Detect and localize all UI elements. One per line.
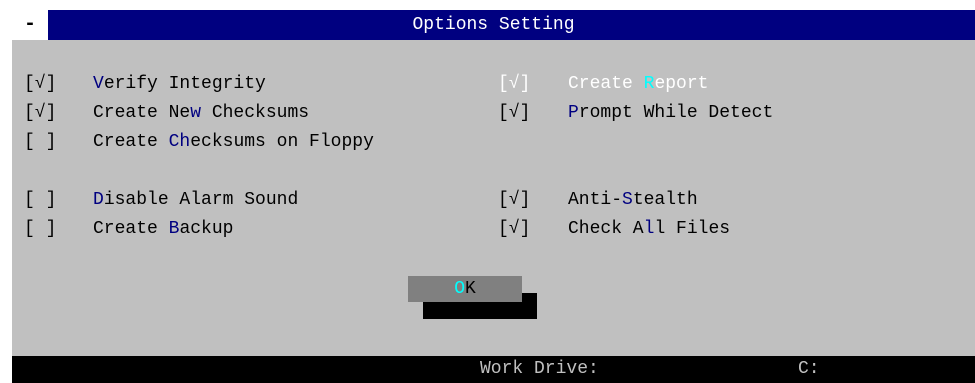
system-menu-button[interactable]: - bbox=[12, 10, 48, 40]
hotkey-letter: S bbox=[622, 190, 633, 210]
option-prompt-while-detect[interactable]: [√] Prompt While Detect bbox=[498, 100, 773, 126]
hotkey-letter: V bbox=[93, 74, 104, 94]
option-anti-stealth[interactable]: [√] Anti-Stealth bbox=[498, 187, 698, 213]
option-label: Verify Integrity bbox=[93, 74, 266, 94]
option-check-all-files[interactable]: [√] Check All Files bbox=[498, 216, 730, 242]
option-label: Create Backup bbox=[93, 219, 234, 239]
option-label: Create New Checksums bbox=[93, 103, 310, 123]
option-create-new-checksums[interactable]: [√] Create New Checksums bbox=[24, 100, 309, 126]
option-create-checksums-on-floppy[interactable]: [ ] Create Checksums on Floppy bbox=[24, 129, 374, 155]
hotkey-letter: B bbox=[168, 219, 180, 239]
work-drive-label: Work Drive: bbox=[480, 359, 599, 379]
status-bar: Work Drive: C: bbox=[12, 356, 975, 383]
checkbox[interactable]: [ ] bbox=[24, 129, 56, 155]
title-bar: Options Setting - bbox=[12, 10, 975, 40]
option-create-backup[interactable]: [ ] Create Backup bbox=[24, 216, 233, 242]
option-verify-integrity[interactable]: [√] Verify Integrity bbox=[24, 71, 266, 97]
checkbox[interactable]: [√] bbox=[24, 100, 56, 126]
hotkey-letter: O bbox=[454, 279, 465, 299]
checkbox[interactable]: [√] bbox=[498, 71, 530, 97]
hotkey-letter: P bbox=[568, 103, 579, 123]
option-label: Disable Alarm Sound bbox=[93, 190, 299, 210]
hotkey-letter: Ch bbox=[168, 132, 191, 152]
checkbox[interactable]: [√] bbox=[24, 71, 56, 97]
checkbox[interactable]: [√] bbox=[498, 100, 530, 126]
option-label: Anti-Stealth bbox=[568, 190, 698, 210]
option-label: Prompt While Detect bbox=[568, 103, 774, 123]
checkbox[interactable]: [ ] bbox=[24, 216, 56, 242]
ok-button[interactable]: OK bbox=[408, 276, 522, 302]
dos-screen: Options Setting - [√] Verify Integrity [… bbox=[0, 0, 975, 383]
window-title: Options Setting bbox=[412, 15, 575, 35]
checkbox[interactable]: [√] bbox=[498, 187, 530, 213]
hotkey-letter: l bbox=[643, 219, 655, 239]
option-label: Create Checksums on Floppy bbox=[93, 132, 374, 152]
hotkey-letter: D bbox=[93, 190, 104, 210]
option-label: Check All Files bbox=[568, 219, 731, 239]
options-dialog: [√] Verify Integrity [√] Create New Chec… bbox=[12, 40, 975, 356]
checkbox[interactable]: [ ] bbox=[24, 187, 56, 213]
option-disable-alarm-sound[interactable]: [ ] Disable Alarm Sound bbox=[24, 187, 298, 213]
hotkey-letter: R bbox=[643, 74, 655, 94]
checkbox[interactable]: [√] bbox=[498, 216, 530, 242]
option-label: Create Report bbox=[568, 74, 709, 94]
work-drive-value: C: bbox=[798, 359, 820, 379]
hotkey-letter: w bbox=[190, 103, 202, 123]
option-create-report[interactable]: [√] Create Report bbox=[498, 71, 708, 97]
